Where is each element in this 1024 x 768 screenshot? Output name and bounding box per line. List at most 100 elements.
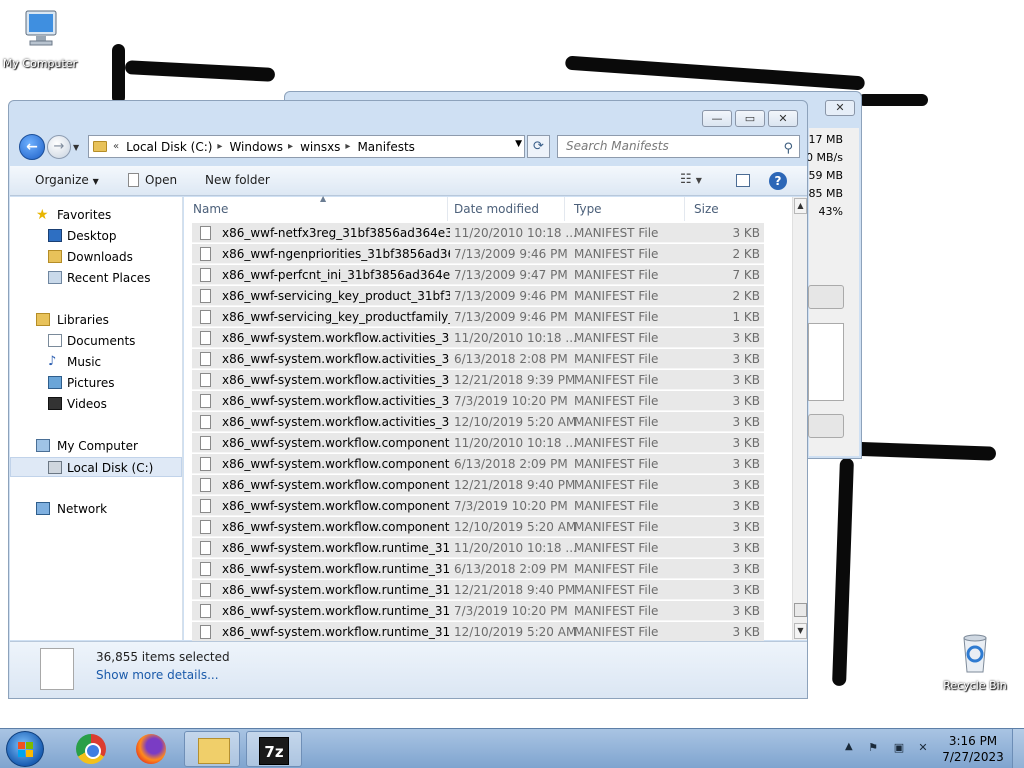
vertical-scrollbar[interactable]: ▲ ▼ xyxy=(792,197,807,640)
organize-button[interactable]: Organize ▼ xyxy=(35,173,99,187)
close-button[interactable]: ✕ xyxy=(825,100,855,116)
file-row[interactable]: x86_wwf-system.workflow.activities_31bf.… xyxy=(192,349,764,369)
manifest-file-icon xyxy=(200,520,211,534)
breadcrumb-overflow[interactable]: « xyxy=(113,141,119,152)
desktop-icon-recycle-bin[interactable]: Recycle Bin xyxy=(935,630,1015,692)
taskbar-explorer[interactable] xyxy=(184,731,240,767)
open-button[interactable]: Open xyxy=(128,173,177,187)
file-row[interactable]: x86_wwf-servicing_key_product_31bf385...… xyxy=(192,286,764,306)
search-icon[interactable]: ⚲ xyxy=(783,138,793,159)
file-row[interactable]: x86_wwf-system.workflow.runtime_31bf3...… xyxy=(192,601,764,621)
action-center-icon[interactable]: ⚑ xyxy=(866,741,880,755)
progress-button[interactable] xyxy=(808,285,844,309)
progress-button[interactable] xyxy=(808,414,844,438)
nav-label: Network xyxy=(57,502,108,516)
recent-pages-dropdown[interactable]: ▼ xyxy=(73,143,79,152)
maximize-button[interactable]: ▭ xyxy=(735,110,765,127)
chevron-right-icon[interactable]: ▸ xyxy=(288,141,293,152)
desktop-icon-my-computer[interactable]: My Computer xyxy=(0,8,80,70)
file-size: 3 KB xyxy=(732,625,760,639)
file-row[interactable]: x86_wwf-system.workflow.activities_31bf.… xyxy=(192,391,764,411)
show-hidden-icons-button[interactable]: ▲ xyxy=(845,741,853,752)
file-row[interactable]: x86_wwf-system.workflow.componentm... 11/… xyxy=(192,433,764,453)
show-more-details-link[interactable]: Show more details... xyxy=(96,668,219,682)
file-row[interactable]: x86_wwf-system.workflow.componentm... 6/1… xyxy=(192,454,764,474)
address-bar[interactable]: « Local Disk (C:) ▸ Windows ▸ winsxs ▸ M… xyxy=(88,135,525,158)
back-button[interactable]: ← xyxy=(19,134,45,160)
file-list[interactable]: Name ▲ Date modified Type Size x86_wwf-n… xyxy=(184,194,807,642)
column-header-size[interactable]: Size xyxy=(685,197,775,221)
file-row[interactable]: x86_wwf-system.workflow.activities_31bf.… xyxy=(192,370,764,390)
breadcrumb-manifests[interactable]: Manifests xyxy=(357,140,414,154)
file-row[interactable]: x86_wwf-system.workflow.componentm... 12/… xyxy=(192,475,764,495)
nav-label: Documents xyxy=(67,334,136,348)
volume-muted-icon[interactable]: ✕ xyxy=(916,741,930,755)
star-icon: ★ xyxy=(36,207,49,223)
taskbar-chrome[interactable] xyxy=(60,731,116,767)
nav-local-disk[interactable]: Local Disk (C:) xyxy=(10,457,182,477)
file-type: MANIFEST File xyxy=(574,415,659,429)
nav-my-computer[interactable]: My Computer xyxy=(10,436,182,456)
network-tray-icon[interactable]: ▣ xyxy=(892,741,906,755)
nav-desktop[interactable]: Desktop xyxy=(10,226,182,246)
nav-documents[interactable]: Documents xyxy=(10,331,182,351)
file-row[interactable]: x86_wwf-servicing_key_productfamily_31..… xyxy=(192,307,764,327)
file-row[interactable]: x86_wwf-ngenpriorities_31bf3856ad364e3..… xyxy=(192,244,764,264)
taskbar-7zip[interactable]: 7z xyxy=(246,731,302,767)
file-row[interactable]: x86_wwf-system.workflow.activities_31bf.… xyxy=(192,328,764,348)
taskbar-firefox[interactable] xyxy=(122,731,178,767)
breadcrumb-local-disk[interactable]: Local Disk (C:) xyxy=(126,140,212,154)
file-row[interactable]: x86_wwf-system.workflow.componentm... 12/… xyxy=(192,517,764,537)
clock-time[interactable]: 3:16 PM xyxy=(940,734,1006,748)
file-row[interactable]: x86_wwf-system.workflow.runtime_31bf3...… xyxy=(192,580,764,600)
close-button[interactable]: ✕ xyxy=(768,110,798,127)
column-header-type[interactable]: Type xyxy=(565,197,685,221)
file-row[interactable]: x86_wwf-perfcnt_ini_31bf3856ad364e35_6..… xyxy=(192,265,764,285)
document-icon xyxy=(128,173,139,187)
nav-network[interactable]: Network xyxy=(10,499,182,519)
chevron-down-icon: ▼ xyxy=(695,176,702,185)
manifest-file-icon xyxy=(200,289,211,303)
chevron-right-icon[interactable]: ▸ xyxy=(217,141,222,152)
breadcrumb-winsxs[interactable]: winsxs xyxy=(300,140,340,154)
scroll-down-button[interactable]: ▼ xyxy=(794,623,807,639)
file-row[interactable]: x86_wwf-system.workflow.componentm... 7/3… xyxy=(192,496,764,516)
refresh-button[interactable]: ⟳ xyxy=(527,135,550,158)
help-icon[interactable]: ? xyxy=(769,172,787,190)
nav-videos[interactable]: Videos xyxy=(10,394,182,414)
nav-music[interactable]: ♪ Music xyxy=(10,352,182,372)
file-row[interactable]: x86_wwf-system.workflow.runtime_31bf3...… xyxy=(192,622,764,642)
chevron-right-icon[interactable]: ▸ xyxy=(345,141,350,152)
nav-pictures[interactable]: Pictures xyxy=(10,373,182,393)
file-row[interactable]: x86_wwf-system.workflow.activities_31bf.… xyxy=(192,412,764,432)
clock-date[interactable]: 7/27/2023 xyxy=(940,750,1006,764)
explorer-window[interactable]: — ▭ ✕ ← → ▼ « Local Disk (C:) ▸ Windows … xyxy=(8,100,808,699)
file-type: MANIFEST File xyxy=(574,226,659,240)
file-name: x86_wwf-servicing_key_productfamily_31..… xyxy=(222,310,450,324)
breadcrumb-windows[interactable]: Windows xyxy=(229,140,283,154)
scroll-thumb[interactable] xyxy=(794,603,807,617)
recent-places-icon xyxy=(48,271,62,284)
scroll-up-button[interactable]: ▲ xyxy=(794,198,807,214)
preview-pane-icon[interactable] xyxy=(736,174,750,187)
column-header-date[interactable]: Date modified xyxy=(445,197,565,221)
file-type: MANIFEST File xyxy=(574,373,659,387)
change-view-button[interactable]: ☷ ▼ xyxy=(680,172,702,187)
minimize-button[interactable]: — xyxy=(702,110,732,127)
new-folder-button[interactable]: New folder xyxy=(205,173,270,187)
file-row[interactable]: x86_wwf-system.workflow.runtime_31bf3...… xyxy=(192,538,764,558)
chevron-down-icon[interactable]: ▼ xyxy=(515,139,522,149)
start-button[interactable] xyxy=(6,731,44,767)
nav-downloads[interactable]: Downloads xyxy=(10,247,182,267)
column-header-name[interactable]: Name xyxy=(184,197,448,221)
nav-recent-places[interactable]: Recent Places xyxy=(10,268,182,288)
show-desktop-button[interactable] xyxy=(1012,729,1024,768)
file-row[interactable]: x86_wwf-system.workflow.runtime_31bf3...… xyxy=(192,559,764,579)
nav-favorites[interactable]: ★ Favorites xyxy=(10,205,182,225)
file-row[interactable]: x86_wwf-netfx3reg_31bf3856ad364e35_6....… xyxy=(192,223,764,243)
search-input[interactable]: Search Manifests ⚲ xyxy=(557,135,800,158)
progress-log-box[interactable] xyxy=(808,323,844,401)
nav-libraries[interactable]: Libraries xyxy=(10,310,182,330)
forward-button[interactable]: → xyxy=(47,135,71,159)
manifest-file-icon xyxy=(200,268,211,282)
